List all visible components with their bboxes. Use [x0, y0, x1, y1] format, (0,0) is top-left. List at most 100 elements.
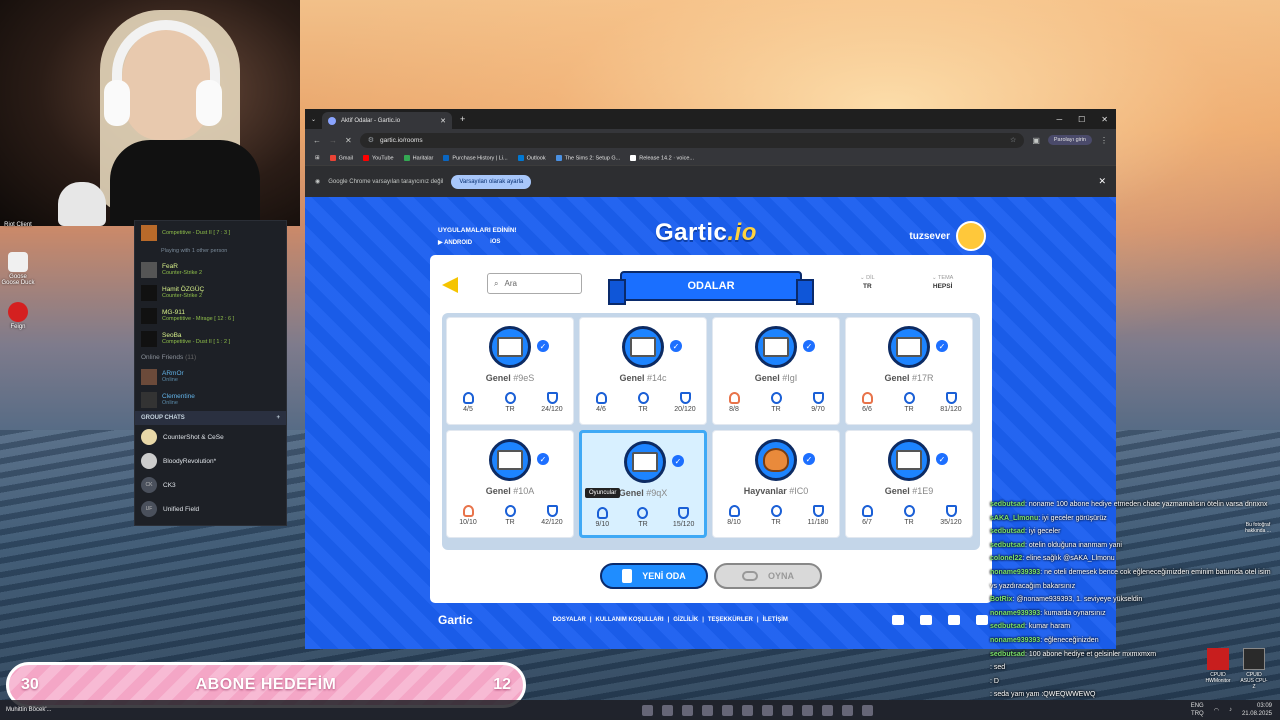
- language-indicator[interactable]: ENG TRQ: [1191, 702, 1204, 718]
- volume-icon[interactable]: ♪: [1229, 707, 1232, 713]
- friend-row[interactable]: Playing with 1 other person: [135, 244, 286, 258]
- tab-list-icon[interactable]: ⌄: [311, 116, 316, 123]
- add-group-icon[interactable]: +: [276, 415, 280, 421]
- extensions-icon[interactable]: ▣: [1032, 136, 1040, 145]
- footer-link[interactable]: İLETİŞİM: [763, 617, 788, 623]
- discord-icon[interactable]: [821, 704, 833, 716]
- ios-link[interactable]: iOS: [490, 239, 500, 246]
- desktop-icon-cpuz[interactable]: CPUID ASUS CPU-Z: [1240, 648, 1268, 690]
- chat-text: : iyi geceler görüşürüz: [1038, 514, 1107, 522]
- friend-row[interactable]: ARmOr Online: [135, 365, 286, 388]
- spotify-icon[interactable]: [781, 704, 793, 716]
- desktop-icon-hwmonitor[interactable]: CPUID HWMonitor: [1204, 648, 1232, 684]
- footer-link[interactable]: KULLANIM KOŞULLARI: [596, 617, 664, 623]
- group-chat-item[interactable]: CK CK3: [135, 473, 286, 497]
- theme-filter[interactable]: ⌄ TEMA HEPSİ: [932, 275, 953, 290]
- gartic-logo[interactable]: Gartic.io: [655, 219, 757, 247]
- room-card[interactable]: ✓ Genel #17R 6/6 TR 81/120: [845, 317, 973, 425]
- address-bar[interactable]: ⚙ gartic.io/rooms ☆: [359, 132, 1025, 148]
- edge-icon[interactable]: [721, 704, 733, 716]
- bookmark-item[interactable]: The Sims 2: Setup G...: [555, 154, 620, 161]
- apps-icon[interactable]: ⊞: [315, 155, 320, 161]
- user-profile[interactable]: tuzsever: [909, 221, 986, 251]
- stop-icon[interactable]: ✕: [345, 136, 352, 145]
- friend-row[interactable]: Competitive - Dust II [ 7 : 3 ]: [135, 221, 286, 244]
- friend-row[interactable]: MG-911 Competitive - Mirage [ 12 : 6 ]: [135, 304, 286, 327]
- file-explorer-icon[interactable]: [681, 704, 693, 716]
- menu-icon[interactable]: ⋮: [1100, 136, 1108, 145]
- footer-link[interactable]: GİZLİLİK: [673, 617, 698, 623]
- room-card[interactable]: ✓ Genel #9qX 9/10 TR 15/120 Oyuncular: [579, 430, 707, 538]
- room-card[interactable]: ✓ Genel #10A 10/10 TR 42/120: [446, 430, 574, 538]
- room-card[interactable]: ✓ Genel #14c 4/6 TR 20/120: [579, 317, 707, 425]
- room-card[interactable]: ✓ Genel #IgI 8/8 TR 9/70: [712, 317, 840, 425]
- group-chat-item[interactable]: CounterShot & CeSe: [135, 425, 286, 449]
- forward-icon[interactable]: →: [329, 136, 337, 145]
- desktop-icon-riot[interactable]: Riot Client: [0, 222, 36, 228]
- new-tab-icon[interactable]: +: [460, 114, 465, 124]
- wifi-icon[interactable]: ◠: [1214, 707, 1219, 714]
- minimize-icon[interactable]: ─: [1056, 115, 1062, 124]
- footer-link[interactable]: DOSYALAR: [553, 617, 586, 623]
- footer-link[interactable]: TEŞEKKÜRLER: [708, 617, 753, 623]
- language-filter[interactable]: ⌄ DİL TR: [860, 275, 875, 290]
- discord-icon[interactable]: [976, 615, 988, 625]
- news-widget[interactable]: Muhittin Böcek'...: [0, 707, 52, 713]
- chat-text: : eğleneceğinizden: [1040, 636, 1099, 644]
- youtube-icon[interactable]: [920, 615, 932, 625]
- group-chat-item[interactable]: UF Unified Field: [135, 497, 286, 521]
- get-apps: UYGULAMALARI EDİNİN! ▶ ANDROID iOS: [438, 227, 517, 246]
- friend-row[interactable]: FeaR Counter-Strike 2: [135, 258, 286, 281]
- android-link[interactable]: ▶ ANDROID: [438, 239, 472, 246]
- photo-info-label[interactable]: Bu fotoğraf hakkında ...: [1238, 522, 1278, 534]
- back-icon[interactable]: ←: [313, 136, 321, 145]
- twitter-icon[interactable]: [892, 615, 904, 625]
- bookmark-item[interactable]: Outlook: [517, 154, 546, 161]
- store-icon[interactable]: [741, 704, 753, 716]
- room-points: 9/70: [801, 392, 835, 413]
- close-window-icon[interactable]: ✕: [1101, 115, 1108, 124]
- friend-row[interactable]: Hamit ÖZGÜÇ Counter-Strike 2: [135, 281, 286, 304]
- start-icon[interactable]: [641, 704, 653, 716]
- search-input[interactable]: ⌕ Ara: [487, 273, 582, 294]
- search-icon[interactable]: [661, 704, 673, 716]
- clock[interactable]: 03:09 21.08.2025: [1242, 702, 1272, 718]
- friend-row[interactable]: Clementine Online: [135, 388, 286, 411]
- app-icon[interactable]: [861, 704, 873, 716]
- set-default-button[interactable]: Varsayılan olarak ayarla: [451, 174, 532, 189]
- back-arrow-icon[interactable]: [442, 277, 458, 293]
- room-stats: 9/10 TR 15/120: [582, 507, 704, 528]
- bookmark-star-icon[interactable]: ☆: [1010, 136, 1016, 144]
- room-card[interactable]: ✓ Genel #1E9 6/7 TR 35/120: [845, 430, 973, 538]
- steam-icon[interactable]: [801, 704, 813, 716]
- browser-tab[interactable]: Aktif Odalar - Gartic.io ✕: [322, 112, 453, 129]
- obs-icon[interactable]: [841, 704, 853, 716]
- close-infobar-icon[interactable]: ✕: [1098, 176, 1106, 187]
- desktop-icon-feign[interactable]: Feign: [0, 302, 36, 330]
- cpuz-icon: [1243, 648, 1265, 670]
- instagram-icon[interactable]: [948, 615, 960, 625]
- bookmark-item[interactable]: Release 14.2 · voice...: [630, 154, 694, 161]
- maximize-icon[interactable]: ☐: [1078, 115, 1085, 124]
- footer-logo[interactable]: Gartic: [438, 613, 473, 627]
- room-card[interactable]: ✓ Hayvanlar #IC0 8/10 TR 11/180: [712, 430, 840, 538]
- new-room-button[interactable]: YENİ ODA: [600, 563, 708, 589]
- group-chats-header[interactable]: GROUP CHATS +: [135, 411, 286, 425]
- friend-name: FeaR: [162, 263, 178, 270]
- bookmark-item[interactable]: Haritalar: [403, 154, 433, 161]
- friend-row[interactable]: SeoBa Competitive - Dust II [ 1 : 2 ]: [135, 327, 286, 350]
- app-icon[interactable]: [761, 704, 773, 716]
- bookmark-item[interactable]: Purchase History | Li...: [443, 154, 508, 161]
- bookmark-item[interactable]: Gmail: [329, 154, 353, 161]
- room-card[interactable]: ✓ Genel #9eS 4/5 TR 24/120: [446, 317, 574, 425]
- close-tab-icon[interactable]: ✕: [440, 117, 446, 125]
- site-info-icon[interactable]: ⚙: [368, 136, 374, 144]
- chrome-icon[interactable]: [701, 704, 713, 716]
- room-points: 11/180: [801, 505, 835, 526]
- bookmark-item[interactable]: YouTube: [362, 154, 394, 161]
- profile-button[interactable]: Parolayı girin: [1047, 135, 1092, 145]
- desktop-icon-goose[interactable]: Goose Goose Duck: [0, 252, 36, 286]
- play-button[interactable]: OYNA: [714, 563, 822, 589]
- group-chat-item[interactable]: BloodyRevolution*: [135, 449, 286, 473]
- online-friends-header[interactable]: Online Friends (11): [135, 350, 286, 365]
